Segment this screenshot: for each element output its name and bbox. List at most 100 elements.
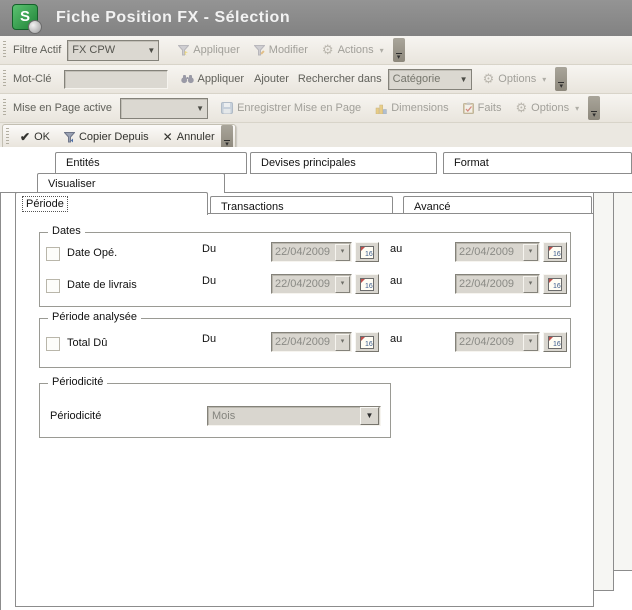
date-ope-label: Date Opé. [67,243,117,263]
active-layout-combo[interactable]: ▼ [120,98,208,119]
date-livraison-label: Date de livrais [67,275,137,295]
calendar-icon: 16 [548,246,562,259]
tab-visualiser[interactable]: Visualiser [37,173,225,193]
date-livraison-to-calendar-button[interactable]: 16 [543,274,567,294]
chevron-down-icon[interactable]: ▾ [335,244,350,261]
chevron-down-icon: ▾ [575,104,579,113]
filter-active-label: Filtre Actif [13,44,61,56]
filter-combo[interactable]: FX CPW ▼ [67,40,159,61]
cross-icon: ✕ [163,131,173,143]
chevron-down-icon[interactable]: ▾ [523,244,538,261]
toolbar-gripper[interactable] [3,99,6,117]
filter-edit-icon [254,45,265,56]
save-layout-label: Enregistrer Mise en Page [237,102,361,114]
overflow-arrow-icon: ▾ [397,55,401,60]
chevron-down-icon[interactable]: ▾ [335,276,350,293]
chevron-down-icon[interactable]: ▼ [360,407,379,425]
tab-devises-principales[interactable]: Devises principales [250,152,437,174]
clipboard-check-icon [463,102,474,114]
add-keyword-button[interactable]: Ajouter [251,71,292,87]
total-du-from-calendar-button[interactable]: 16 [355,332,379,352]
total-du-from-value: 22/04/2009 [272,336,335,348]
date-livraison-from-calendar-button[interactable]: 16 [355,274,379,294]
chevron-down-icon[interactable]: ▼ [193,104,207,113]
add-keyword-label: Ajouter [254,73,289,85]
filter-copy-icon [64,132,75,143]
dates-group-title: Dates [48,225,85,237]
binoculars-icon [181,74,194,84]
keyword-options-label: Options [498,73,536,85]
total-du-checkbox[interactable] [46,337,60,351]
date-ope-from-calendar-button[interactable]: 16 [355,242,379,262]
tab-visualiser-label: Visualiser [48,178,96,190]
gear-icon: ⚙ [483,71,495,87]
total-du-from-field[interactable]: 22/04/2009 ▾ [271,332,352,352]
date-ope-from-value: 22/04/2009 [272,246,335,258]
filter-icon [178,45,189,56]
ok-button[interactable]: ✔ OK [17,129,53,145]
tab-avance[interactable]: Avancé [403,196,592,214]
tab-transactions-label: Transactions [221,199,284,216]
toolbar-overflow-button[interactable]: ▾ [221,125,233,149]
toolbar-overflow-button[interactable]: ▾ [555,67,567,91]
chevron-down-icon: ▾ [542,75,546,84]
overflow-arrow-icon: ▾ [592,113,596,118]
gear-icon: ⚙ [322,42,334,58]
date-ope-to-field[interactable]: 22/04/2009 ▾ [455,242,540,262]
toolbar-overflow-button[interactable]: ▾ [588,96,600,120]
chevron-down-icon[interactable]: ▾ [335,334,350,351]
save-layout-button[interactable]: Enregistrer Mise en Page [218,100,364,116]
total-du-to-field[interactable]: 22/04/2009 ▾ [455,332,540,352]
tab-format[interactable]: Format [443,152,632,174]
calendar-icon: 16 [360,278,374,291]
cancel-button[interactable]: ✕ Annuler [160,129,218,145]
au-label: au [390,271,402,291]
tab-periode-active[interactable]: Période [15,192,208,215]
chevron-down-icon: ▾ [380,46,384,55]
periodicity-group: Périodicité Périodicité Mois ▼ [39,383,391,438]
copy-from-button[interactable]: Copier Depuis [61,129,152,145]
date-ope-to-calendar-button[interactable]: 16 [543,242,567,262]
window-title: Fiche Position FX - Sélection [56,9,290,27]
date-livraison-to-field[interactable]: 22/04/2009 ▾ [455,274,540,294]
toolbar-overflow-button[interactable]: ▾ [393,38,405,62]
svg-text:16: 16 [553,283,561,290]
facts-button[interactable]: Faits [460,100,505,116]
date-ope-checkbox[interactable] [46,247,60,261]
chevron-down-icon[interactable]: ▼ [457,75,471,84]
toolbar-gripper[interactable] [6,128,9,146]
actions-menu-button[interactable]: ⚙ Actions ▾ [319,40,387,60]
cancel-label: Annuler [177,131,215,143]
total-du-to-calendar-button[interactable]: 16 [543,332,567,352]
layout-options-button[interactable]: ⚙ Options ▾ [513,98,583,118]
toolbar-layout: Mise en Page active ▼ Enregistrer Mise e… [0,94,632,123]
chevron-down-icon[interactable]: ▾ [523,276,538,293]
toolbar-stack: Filtre Actif FX CPW ▼ Appliquer Modifier… [0,36,632,147]
tab-periode-label: Période [22,196,68,212]
keyword-input[interactable] [64,70,168,89]
tab-transactions[interactable]: Transactions [210,196,393,214]
toolbar-gripper[interactable] [3,41,6,59]
overflow-arrow-icon: ▾ [559,84,563,89]
chevron-down-icon[interactable]: ▼ [144,46,158,55]
apply-filter-button[interactable]: Appliquer [175,42,242,58]
copy-from-label: Copier Depuis [79,131,149,143]
active-layout-label: Mise en Page active [13,102,112,114]
dimensions-button[interactable]: Dimensions [372,100,451,116]
modify-filter-button[interactable]: Modifier [251,42,311,58]
toolbar-gripper[interactable] [3,70,6,88]
periodicity-combo[interactable]: Mois ▼ [207,406,381,426]
total-du-label: Total Dû [67,333,107,353]
tab-entites[interactable]: Entités [55,152,247,174]
date-livraison-from-field[interactable]: 22/04/2009 ▾ [271,274,352,294]
date-livraison-checkbox[interactable] [46,279,60,293]
keyword-options-button[interactable]: ⚙ Options ▾ [480,69,550,89]
dimensions-label: Dimensions [391,102,448,114]
search-in-combo[interactable]: Catégorie ▼ [388,69,472,90]
tab-devises-principales-label: Devises principales [261,157,356,169]
chevron-down-icon[interactable]: ▾ [523,334,538,351]
date-ope-from-field[interactable]: 22/04/2009 ▾ [271,242,352,262]
apply-keyword-button[interactable]: Appliquer [178,71,247,87]
toolbar-filter: Filtre Actif FX CPW ▼ Appliquer Modifier… [0,36,632,65]
periodicity-combo-value: Mois [208,410,360,422]
